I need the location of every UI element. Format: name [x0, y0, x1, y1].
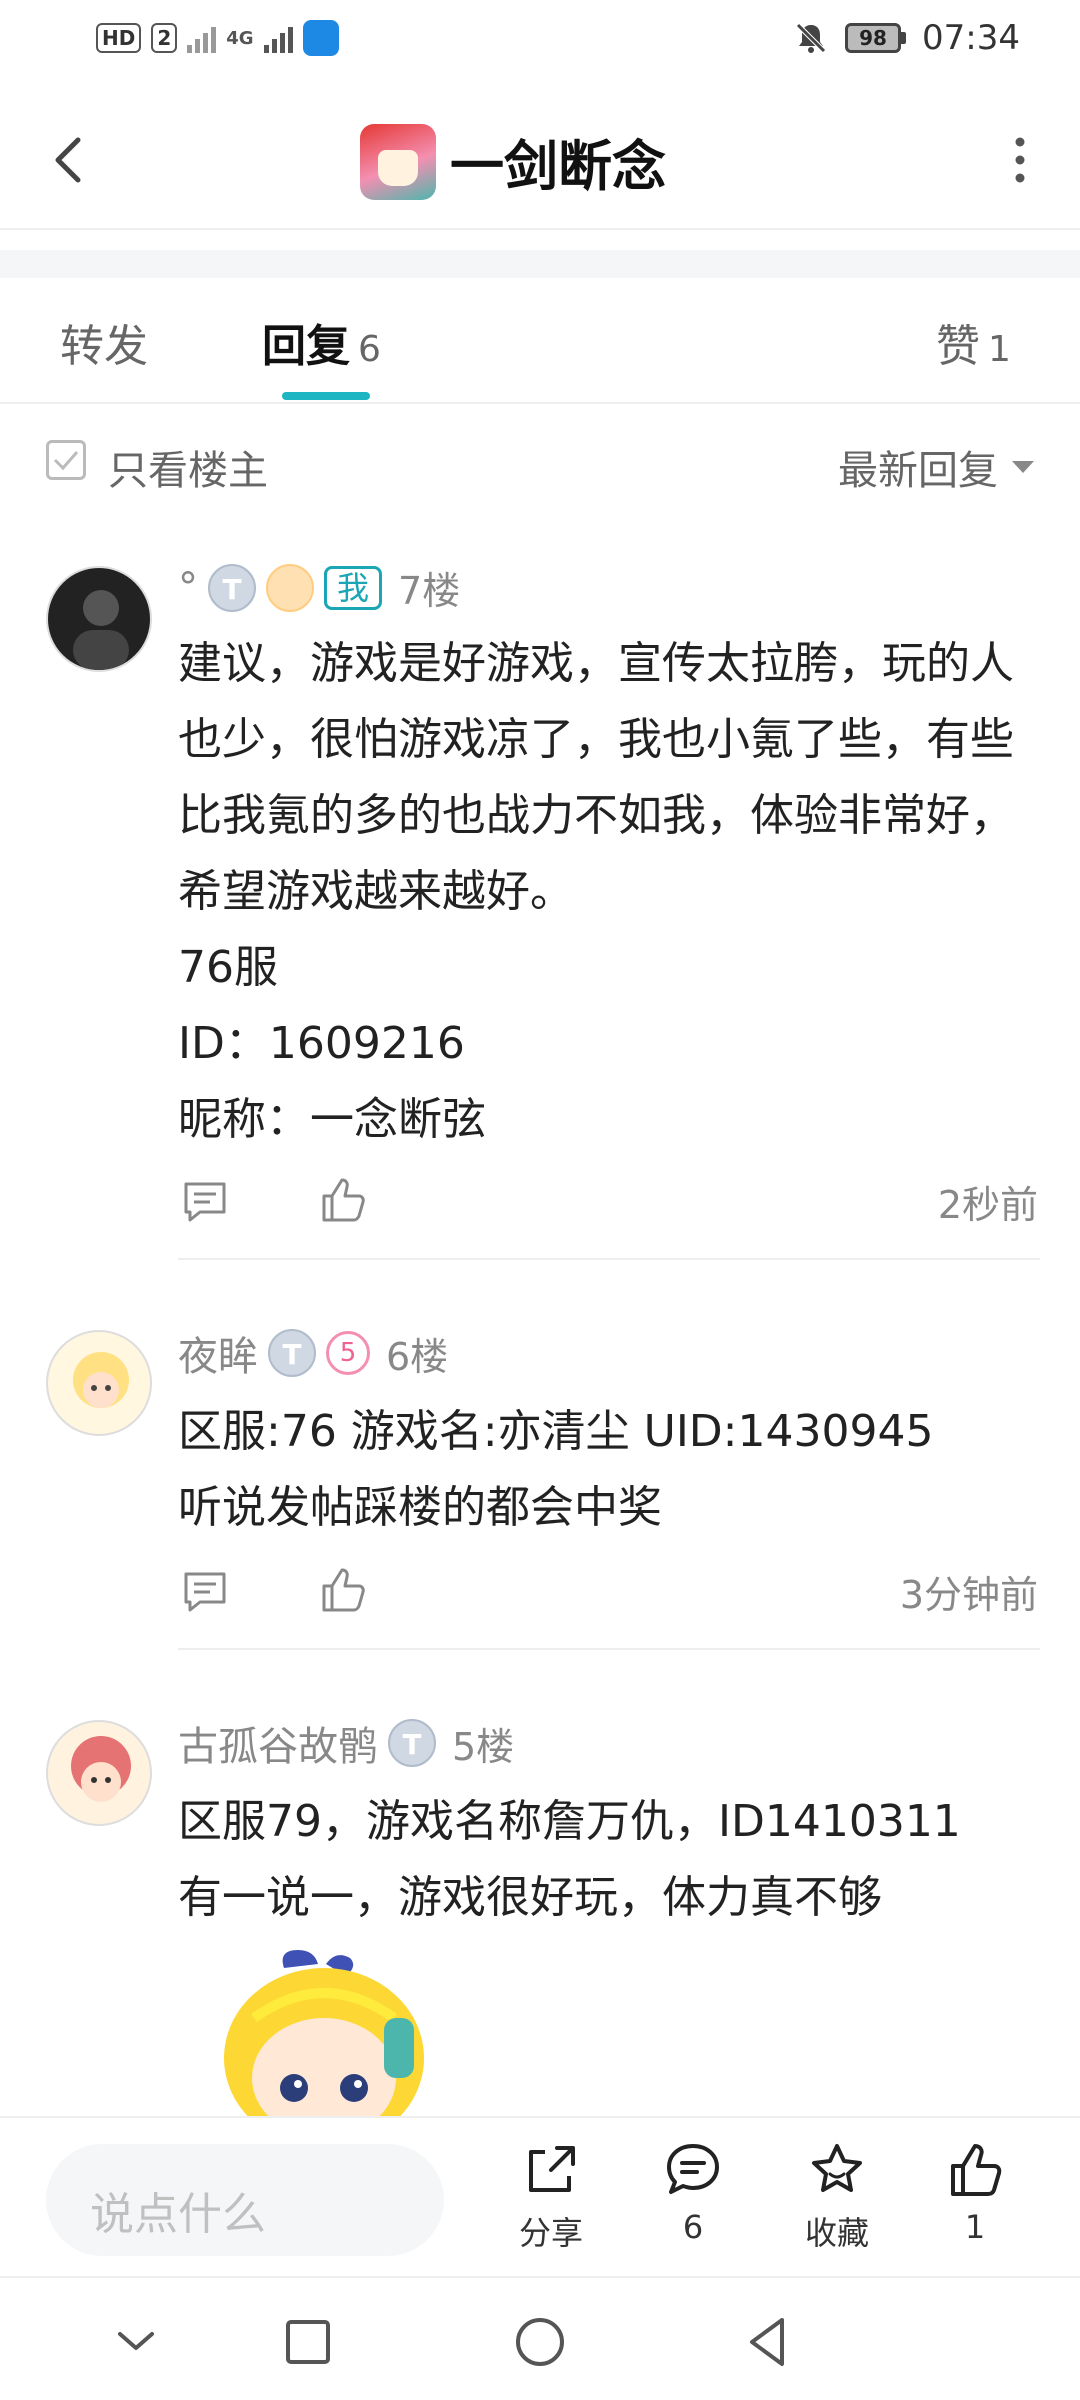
- level-badge: T: [388, 1719, 436, 1767]
- avatar[interactable]: [46, 566, 152, 672]
- floor-number: 7楼: [398, 569, 461, 613]
- check-icon: [53, 451, 79, 471]
- divider: [178, 1258, 1040, 1260]
- floor-number: 5楼: [452, 1724, 515, 1769]
- only-owner-label[interactable]: 只看楼主: [108, 438, 268, 496]
- comment-bubble-icon: [667, 2144, 719, 2194]
- comment-actions: 3分钟前: [178, 1562, 1040, 1622]
- avatar[interactable]: [46, 1720, 152, 1826]
- signal-icon: [187, 23, 217, 53]
- header: 一剑断念: [0, 90, 1080, 230]
- tab-forward[interactable]: 转发: [60, 310, 148, 374]
- comment-body: 区服79，游戏名称詹万仇，ID1410311 有一说一，游戏很好玩，体力真不够: [178, 1784, 1038, 1936]
- back-triangle-icon[interactable]: [738, 2312, 798, 2372]
- section-separator: [0, 250, 1080, 278]
- level-badge: T: [268, 1329, 316, 1377]
- like-button[interactable]: 1: [920, 2140, 1030, 2246]
- cloud-app-icon: [302, 20, 339, 56]
- share-icon: [529, 2146, 575, 2192]
- comment-line: 有一说一，游戏很好玩，体力真不够: [178, 1872, 882, 1923]
- comment-line: 听说发帖踩楼的都会中奖: [178, 1482, 662, 1533]
- only-owner-checkbox[interactable]: [46, 440, 86, 480]
- comment-input-placeholder: 说点什么: [90, 2189, 266, 2240]
- caret-down-icon: [1012, 461, 1034, 473]
- network-label: 4G: [226, 27, 254, 49]
- extra-badge: 5: [326, 1331, 370, 1375]
- comment-meta: 夜眸 T 5 6楼: [178, 1324, 448, 1382]
- username[interactable]: 夜眸: [178, 1324, 258, 1382]
- comment-meta: 古孤谷故鹘 T 5楼: [178, 1714, 514, 1772]
- battery-icon: 98: [845, 23, 907, 53]
- hd-indicator: HD: [96, 23, 142, 53]
- reply-icon[interactable]: [182, 1180, 228, 1224]
- level-badge: T: [208, 563, 256, 612]
- floor-number: 6楼: [386, 1334, 449, 1379]
- comment-body: 区服:76 游戏名:亦清尘 UID:1430945 听说发帖踩楼的都会中奖: [178, 1394, 1038, 1546]
- system-nav-bar: [0, 2276, 1080, 2400]
- username[interactable]: °: [178, 565, 198, 611]
- favorite-button[interactable]: 收藏: [782, 2140, 892, 2254]
- comment-line: ID：1609216: [178, 1018, 465, 1069]
- sort-dropdown[interactable]: 最新回复: [838, 438, 1034, 496]
- home-icon[interactable]: [510, 2312, 570, 2372]
- comment-time: 3分钟前: [899, 1573, 1038, 1617]
- tab-replies[interactable]: 回复 6: [262, 310, 381, 374]
- tab-bar: 转发 回复 6 赞1: [0, 278, 1080, 404]
- back-arrow-icon[interactable]: [40, 130, 100, 190]
- share-label: 分享: [518, 2214, 583, 2252]
- more-icon[interactable]: [990, 130, 1050, 190]
- character-badge: [266, 563, 314, 612]
- like-count: 1: [964, 2208, 986, 2246]
- comment-input[interactable]: 说点什么: [46, 2144, 444, 2256]
- like-icon[interactable]: [320, 1176, 366, 1224]
- star-icon: [812, 2144, 862, 2192]
- signal-icon-2: [263, 23, 293, 53]
- comment-count: 6: [682, 2208, 704, 2246]
- bottom-action-bar: 说点什么 分享 6 收藏 1: [0, 2116, 1080, 2276]
- avatar[interactable]: [46, 1330, 152, 1436]
- chevron-down-icon[interactable]: [106, 2312, 166, 2372]
- thumbs-up-icon: [951, 2144, 1002, 2196]
- tab-likes-count: 1: [988, 329, 1011, 370]
- page-title: 一剑断念: [450, 135, 666, 198]
- sticker-image: [214, 1948, 444, 2116]
- tab-active-indicator: [282, 392, 370, 400]
- comment-line: 昵称：一念断弦: [178, 1094, 486, 1145]
- sim-indicator: 2: [151, 23, 178, 53]
- clock: 07:34: [922, 18, 1020, 58]
- status-bar: HD 2 4G 98 07:34: [0, 0, 1080, 80]
- comments-button[interactable]: 6: [638, 2140, 748, 2246]
- username[interactable]: 古孤谷故鹘: [178, 1714, 378, 1772]
- comment-actions: 2秒前: [178, 1172, 1040, 1232]
- reply-icon[interactable]: [182, 1570, 228, 1614]
- comment-meta: ° T 我 7楼: [178, 560, 460, 615]
- comment-line: 76服: [178, 942, 278, 993]
- comment-time: 2秒前: [937, 1183, 1038, 1227]
- tab-likes[interactable]: 赞1: [936, 310, 1011, 374]
- me-badge: 我: [324, 565, 383, 610]
- like-icon[interactable]: [320, 1566, 366, 1614]
- game-logo: [360, 123, 436, 200]
- divider: [178, 1648, 1040, 1650]
- comment-body: 建议，游戏是好游戏，宣传太拉胯，玩的人也少，很怕游戏凉了，我也小氪了些，有些比我…: [178, 626, 1038, 1158]
- comment-line: 建议，游戏是好游戏，宣传太拉胯，玩的人也少，很怕游戏凉了，我也小氪了些，有些比我…: [178, 638, 1014, 917]
- favorite-label: 收藏: [804, 2214, 869, 2252]
- recent-apps-icon[interactable]: [278, 2312, 338, 2372]
- comment-line: 区服79，游戏名称詹万仇，ID1410311: [178, 1796, 961, 1847]
- tab-replies-count: 6: [358, 329, 381, 370]
- mute-bell-icon: [796, 23, 826, 53]
- share-button[interactable]: 分享: [496, 2140, 606, 2254]
- comment-line: 区服:76 游戏名:亦清尘 UID:1430945: [178, 1406, 934, 1457]
